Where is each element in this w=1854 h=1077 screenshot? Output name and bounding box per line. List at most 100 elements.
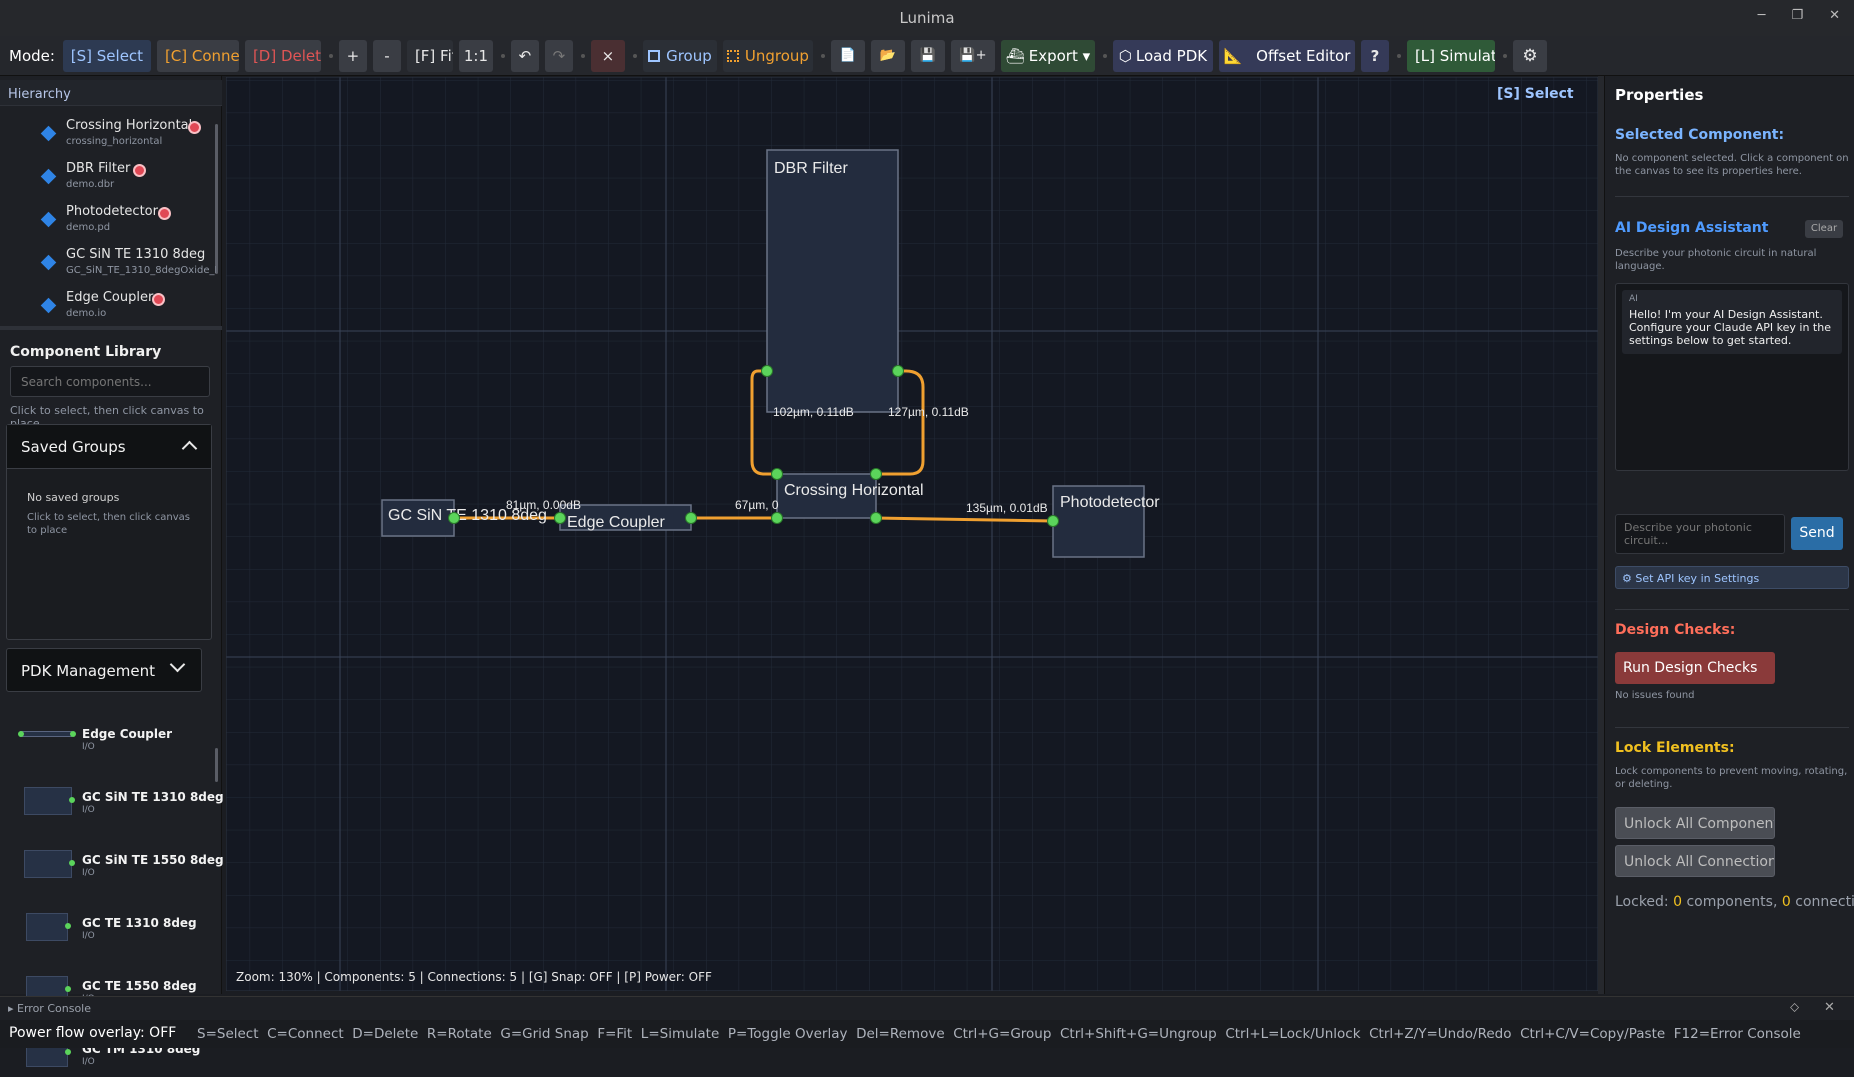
hierarchy-item-edge-coupler[interactable]: Edge Coupler demo.io: [40, 290, 215, 330]
design-canvas[interactable]: DBR Filter Crossing Horizontal GC SiN TE…: [226, 77, 1598, 991]
port-icon: [69, 860, 75, 866]
lock-elements-title: Lock Elements:: [1615, 740, 1735, 756]
library-item-type: I/O: [82, 805, 95, 815]
component-dbr-filter[interactable]: [766, 149, 899, 413]
target-icon[interactable]: [158, 207, 171, 220]
fit-button[interactable]: [F] Fit: [406, 39, 453, 72]
ai-message-text: Hello! I'm your AI Design Assistant. Con…: [1629, 308, 1831, 347]
ai-prompt-input[interactable]: [1615, 514, 1785, 554]
zoom-out-button[interactable]: -: [372, 39, 401, 72]
offset-editor-button[interactable]: 📐 Offset Editor: [1218, 39, 1355, 72]
package-icon: ⬡: [1118, 46, 1132, 65]
toolbar-separator: [820, 53, 825, 58]
target-icon[interactable]: [152, 293, 165, 306]
close-console-icon[interactable]: ✕: [1824, 1000, 1835, 1015]
redo-icon: ↷: [552, 46, 566, 65]
target-icon[interactable]: [188, 121, 201, 134]
locked-suffix: connections: [1795, 894, 1854, 910]
run-design-checks-button[interactable]: Run Design Checks: [1615, 652, 1775, 684]
offset-editor-label: Offset Editor: [1256, 46, 1351, 65]
library-item-gc-sin-te-1310[interactable]: GC SiN TE 1310 8deg I/O: [14, 785, 224, 835]
mode-indicator: [S] Select: [1497, 86, 1574, 102]
port-handle[interactable]: [870, 468, 882, 480]
locked-prefix: Locked:: [1615, 894, 1674, 910]
saved-groups-panel: Saved Groups No saved groups Click to se…: [6, 424, 212, 640]
delete-mode-button[interactable]: [D] Delete: [244, 39, 321, 72]
ungroup-button[interactable]: Ungroup: [722, 39, 813, 72]
port-handle[interactable]: [448, 512, 460, 524]
library-item-gc-sin-te-1550[interactable]: GC SiN TE 1550 8deg I/O: [14, 848, 224, 898]
hierarchy-item-dbr[interactable]: DBR Filter demo.dbr: [40, 161, 215, 201]
panel-divider[interactable]: [0, 326, 222, 330]
target-icon[interactable]: [133, 164, 146, 177]
set-api-key-button[interactable]: ⚙ Set API key in Settings: [1615, 566, 1849, 589]
port-handle[interactable]: [554, 512, 566, 524]
component-photodetector-label: Photodetector: [1060, 494, 1160, 511]
simulate-button[interactable]: [L] Simulate: [1406, 39, 1495, 72]
hierarchy-item-name: Crossing Horizontal: [66, 118, 193, 133]
clear-button[interactable]: ×: [590, 39, 625, 72]
library-scrollbar[interactable]: [215, 748, 218, 782]
load-pdk-button[interactable]: ⬡ Load PDK: [1112, 39, 1213, 72]
export-label: Export ▾: [1028, 46, 1091, 65]
saved-groups-header[interactable]: Saved Groups: [7, 425, 211, 469]
port-icon: [65, 1049, 71, 1055]
hierarchy-item-name: Edge Coupler: [66, 290, 154, 305]
saved-groups-hint: Click to select, then click canvas to pl…: [27, 512, 190, 536]
help-button[interactable]: ?: [1360, 39, 1389, 72]
group-button[interactable]: Group: [642, 39, 717, 72]
power-flow-status: Power flow overlay: OFF: [9, 1025, 177, 1041]
undo-button[interactable]: ↶: [510, 39, 539, 72]
port-handle[interactable]: [1047, 515, 1059, 527]
connect-mode-button[interactable]: [C] Connect: [156, 39, 239, 72]
open-file-button[interactable]: 📂: [870, 39, 905, 72]
unlock-all-components-button[interactable]: Unlock All Components: [1615, 807, 1775, 839]
error-console-toggle[interactable]: ▸ Error Console: [8, 1002, 91, 1015]
component-icon: [40, 254, 57, 271]
library-item-edge-coupler[interactable]: Edge Coupler I/O: [14, 722, 214, 772]
ungroup-icon: [726, 49, 739, 62]
save-button[interactable]: 💾: [910, 39, 945, 72]
library-item-type: I/O: [82, 868, 95, 878]
pdk-management-header[interactable]: PDK Management: [6, 648, 202, 692]
zoom-in-button[interactable]: +: [338, 39, 367, 72]
toolbar-separator: [1396, 53, 1401, 58]
hierarchy-item-crossing[interactable]: Crossing Horizontal crossing_horizontal: [40, 118, 215, 158]
save-as-button[interactable]: 💾+: [950, 39, 995, 72]
canvas-svg[interactable]: DBR Filter Crossing Horizontal GC SiN TE…: [226, 77, 1598, 991]
error-console-bar[interactable]: ▸ Error Console ⬦ ✕: [0, 996, 1854, 1020]
send-button[interactable]: Send: [1791, 517, 1843, 550]
saved-groups-title: Saved Groups: [21, 438, 126, 456]
close-icon[interactable]: ✕: [1829, 8, 1840, 23]
group-icon: [648, 49, 661, 62]
hierarchy-item-name: GC SiN TE 1310 8deg: [66, 247, 206, 262]
pin-icon[interactable]: ⬦: [1790, 1000, 1799, 1015]
new-file-button[interactable]: 📄: [830, 39, 865, 72]
port-handle[interactable]: [771, 468, 783, 480]
redo-button[interactable]: ↷: [544, 39, 573, 72]
port-handle[interactable]: [685, 512, 697, 524]
ai-clear-button[interactable]: Clear: [1805, 220, 1843, 238]
settings-button[interactable]: ⚙: [1512, 39, 1547, 72]
minimize-icon[interactable]: ─: [1758, 8, 1766, 23]
hierarchy-item-gc[interactable]: GC SiN TE 1310 8deg GC_SiN_TE_1310_8degO…: [40, 247, 216, 287]
unlock-all-connections-button[interactable]: Unlock All Connections: [1615, 845, 1775, 877]
mode-label: Mode:: [9, 46, 55, 65]
component-search-input[interactable]: [10, 366, 210, 397]
library-item-gc-te-1310[interactable]: GC TE 1310 8deg I/O: [14, 911, 214, 961]
one-to-one-button[interactable]: 1:1: [458, 39, 493, 72]
section-divider: [1615, 196, 1849, 197]
hierarchy-item-photodetector[interactable]: Photodetector demo.pd: [40, 204, 215, 244]
port-handle[interactable]: [761, 365, 773, 377]
select-mode-button[interactable]: [S] Select: [62, 39, 151, 72]
export-button[interactable]: ⛴ Export ▾: [1000, 39, 1095, 72]
port-icon: [69, 797, 75, 803]
zoom-in-label: +: [346, 46, 360, 65]
maximize-icon[interactable]: ❐: [1791, 8, 1803, 23]
toolbar-separator: [632, 53, 637, 58]
port-handle[interactable]: [771, 512, 783, 524]
edge-coupler-icon: [20, 731, 72, 737]
port-handle[interactable]: [892, 365, 904, 377]
grating-coupler-icon: [24, 787, 72, 815]
port-handle[interactable]: [870, 512, 882, 524]
